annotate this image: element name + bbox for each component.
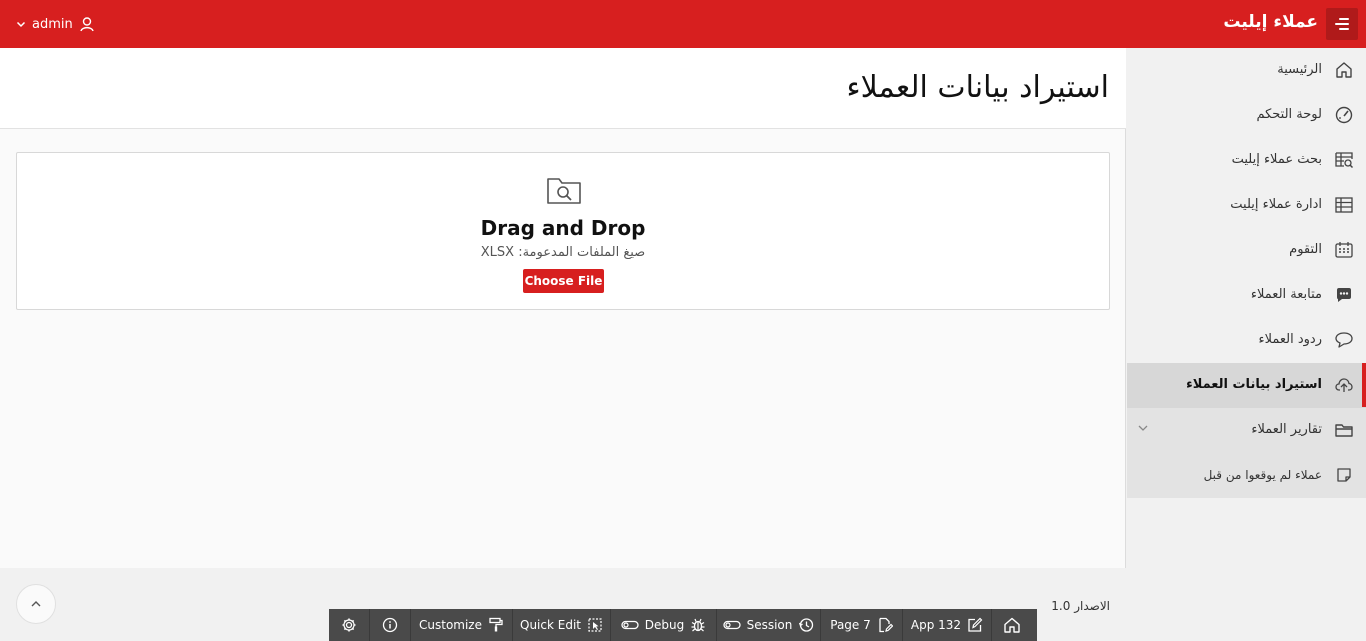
devbar-settings-button[interactable]: [329, 609, 370, 641]
choose-file-button[interactable]: Choose File: [523, 269, 604, 293]
sidebar-item-label: بحث عملاء إيليت: [1231, 152, 1322, 167]
devbar-app-label: App 132: [910, 618, 962, 632]
devbar-page-button[interactable]: Page 7: [821, 609, 903, 641]
link-toggle-icon: [621, 620, 639, 630]
sidebar-item-client-followup[interactable]: متابعة العملاء: [1127, 273, 1366, 318]
note-icon: [1337, 468, 1351, 482]
cloud-upload-icon: [1335, 378, 1353, 392]
sidebar-item-label: لوحة التحكم: [1256, 107, 1322, 122]
chat-icon: [1337, 288, 1351, 302]
side-navigation: الرئيسية لوحة التحكم بحث عملاء إيليت ادا…: [1127, 48, 1366, 641]
sidebar-item-client-replies[interactable]: ردود العملاء: [1127, 318, 1366, 363]
paint-roller-icon: [489, 617, 503, 632]
gauge-icon: [1335, 106, 1353, 124]
developer-toolbar: Customize Quick Edit Debug Session Page …: [329, 609, 1037, 641]
sidebar-item-search-clients[interactable]: بحث عملاء إيليت: [1127, 138, 1366, 183]
devbar-quick-edit-label: Quick Edit: [520, 618, 581, 632]
sidebar-item-label: الرئيسية: [1277, 62, 1322, 77]
devbar-quick-edit-button[interactable]: Quick Edit: [513, 609, 611, 641]
devbar-session-button[interactable]: Session: [717, 609, 821, 641]
folder-search-icon: [547, 178, 581, 204]
home-icon: [1336, 62, 1352, 78]
devbar-info-button[interactable]: [370, 609, 411, 641]
app-title[interactable]: عملاء إيليت: [1223, 12, 1318, 32]
page-edit-icon: [879, 617, 893, 633]
user-name: admin: [32, 16, 73, 32]
dropzone-title: Drag and Drop: [480, 216, 646, 240]
sidebar-item-dashboard[interactable]: لوحة التحكم: [1127, 93, 1366, 138]
page-header: استيراد بيانات العملاء: [0, 48, 1126, 129]
user-icon: [80, 17, 94, 32]
sidebar-item-label: ادارة عملاء إيليت: [1230, 197, 1322, 212]
devbar-debug-button[interactable]: Debug: [611, 609, 717, 641]
folder-icon: [1335, 424, 1353, 437]
devbar-debug-label: Debug: [644, 618, 685, 632]
supported-formats-text: صيغ الملفات المدعومة: XLSX: [480, 245, 646, 260]
bug-icon: [691, 618, 705, 632]
sidebar-item-label: ردود العملاء: [1258, 332, 1323, 347]
back-to-top-button[interactable]: [16, 584, 56, 624]
chevron-down-icon[interactable]: [1137, 423, 1149, 433]
gear-icon: [342, 618, 356, 632]
chevron-up-icon: [31, 601, 41, 607]
cursor-icon: [588, 618, 602, 632]
sidebar-item-home[interactable]: الرئيسية: [1127, 48, 1366, 93]
calendar-icon: [1335, 242, 1353, 258]
devbar-customize-label: Customize: [419, 618, 482, 632]
comment-icon: [1335, 332, 1353, 348]
hamburger-icon: [1335, 18, 1349, 30]
sidebar-item-import-clients[interactable]: استيراد بيانات العملاء: [1127, 363, 1366, 408]
home-icon: [1004, 617, 1020, 633]
sidebar-item-label: تقارير العملاء: [1251, 422, 1322, 437]
sidebar-item-unsigned-clients[interactable]: عملاء لم يوقعوا من قبل: [1127, 453, 1366, 498]
page-title: استيراد بيانات العملاء: [846, 70, 1109, 105]
devbar-app-button[interactable]: App 132: [903, 609, 992, 641]
chevron-down-icon: [16, 21, 26, 28]
sidebar-item-label: عملاء لم يوقعوا من قبل: [1203, 468, 1322, 482]
link-toggle-icon: [722, 620, 741, 630]
sidebar-item-label: التقوم: [1289, 242, 1322, 257]
clock-icon: [799, 618, 814, 632]
sidebar-item-manage-clients[interactable]: ادارة عملاء إيليت: [1127, 183, 1366, 228]
info-icon: [382, 617, 398, 633]
menu-toggle-button[interactable]: [1326, 8, 1358, 40]
sidebar-item-label: متابعة العملاء: [1250, 287, 1322, 302]
devbar-customize-button[interactable]: Customize: [411, 609, 513, 641]
devbar-page-label: Page 7: [830, 618, 871, 632]
table-search-icon: [1335, 152, 1354, 169]
sidebar-item-label: استيراد بيانات العملاء: [1186, 377, 1322, 392]
devbar-home-button[interactable]: [992, 609, 1032, 641]
app-version: الاصدار 1.0: [1051, 599, 1110, 613]
devbar-session-label: Session: [746, 618, 793, 632]
top-header: admin عملاء إيليت: [0, 0, 1366, 48]
sidebar-item-calendar[interactable]: التقوم: [1127, 228, 1366, 273]
edit-icon: [968, 617, 983, 632]
user-menu[interactable]: admin: [16, 13, 95, 35]
table-icon: [1335, 197, 1353, 213]
sidebar-item-client-reports[interactable]: تقارير العملاء: [1127, 408, 1366, 453]
main-content: استيراد بيانات العملاء Drag and Drop صيغ…: [0, 48, 1126, 568]
file-dropzone[interactable]: Drag and Drop صيغ الملفات المدعومة: XLSX…: [16, 152, 1110, 310]
